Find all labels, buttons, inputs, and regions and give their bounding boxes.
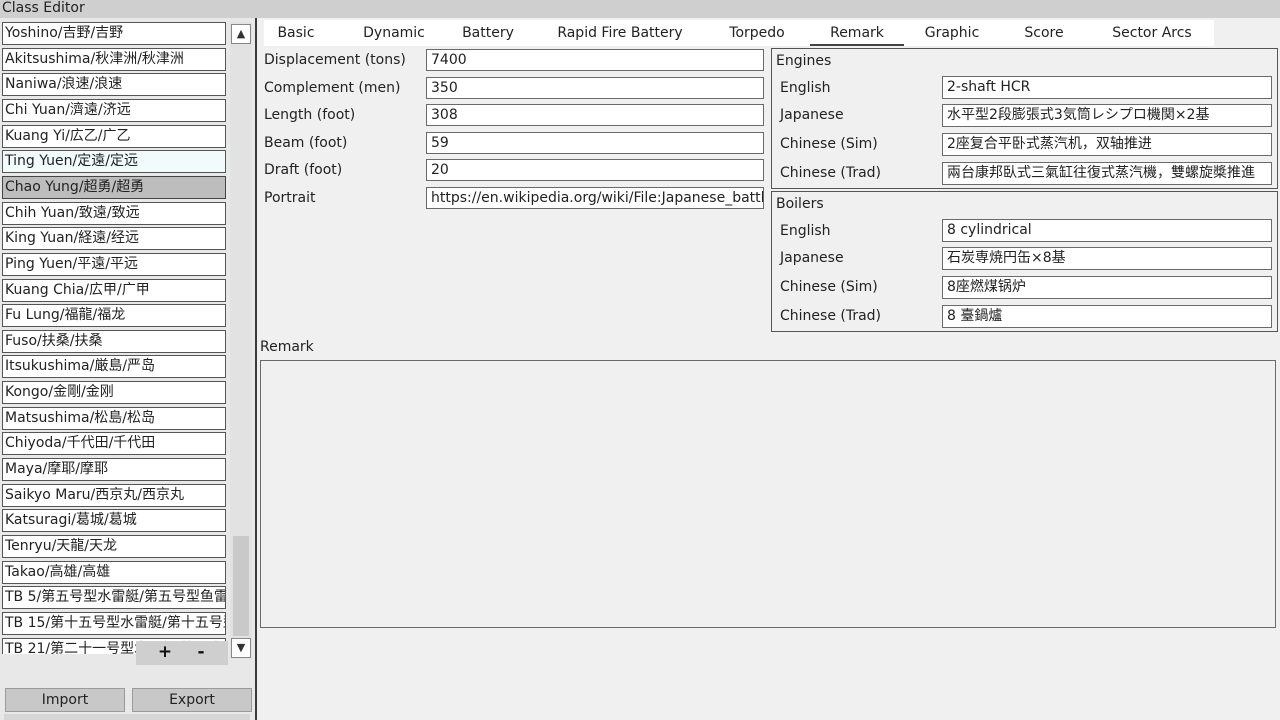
engines-chinese-trad-field[interactable]: 兩台康邦臥式三氣缸往復式蒸汽機，雙螺旋槳推進 <box>942 162 1272 185</box>
ship-list-scrollbar[interactable]: ▲ ▼ <box>230 22 252 659</box>
scroll-thumb[interactable] <box>233 536 249 636</box>
engines-english-field[interactable]: 2-shaft HCR <box>942 76 1272 99</box>
ship-list-item[interactable]: Katsuragi/葛城/葛城 <box>2 509 226 533</box>
ship-list-item[interactable]: Chih Yuan/致遠/致远 <box>2 201 226 225</box>
draft-field[interactable]: 20 <box>426 159 764 181</box>
beam-label: Beam (foot) <box>264 135 348 151</box>
remove-ship-button[interactable]: - <box>178 641 224 665</box>
engines-english-label: English <box>780 80 831 96</box>
title-bar: Class Editor <box>0 0 1280 18</box>
ship-list-item[interactable]: Naniwa/浪速/浪速 <box>2 73 226 97</box>
ship-list-item[interactable]: Tenryu/天龍/天龙 <box>2 535 226 558</box>
tab-basic[interactable]: Basic <box>264 20 328 46</box>
tab-dynamic[interactable]: Dynamic <box>348 20 440 46</box>
tab-bar: Basic Dynamic Battery Rapid Fire Battery… <box>258 18 1280 46</box>
ship-list-item[interactable]: Chi Yuan/濟遠/济远 <box>2 98 226 122</box>
engines-title: Engines <box>776 53 832 69</box>
remark-textarea[interactable] <box>260 360 1276 628</box>
tab-score[interactable]: Score <box>1014 20 1074 46</box>
ship-list-item[interactable]: Fu Lung/福龍/福龙 <box>2 304 226 328</box>
ship-list-item[interactable]: Kuang Chia/広甲/广甲 <box>2 278 226 302</box>
ship-list-item[interactable]: King Yuan/経遠/经远 <box>2 227 226 251</box>
ship-list-item[interactable]: Chiyoda/千代田/千代田 <box>2 432 226 456</box>
ship-list-item[interactable]: Chao Yung/超勇/超勇 <box>2 175 226 199</box>
engines-japanese-field[interactable]: 水平型2段膨張式3気筒レシプロ機関×2基 <box>942 104 1272 127</box>
boilers-english-field[interactable]: 8 cylindrical <box>942 219 1272 242</box>
engines-chinese-sim-field[interactable]: 2座复合平卧式蒸汽机，双轴推进 <box>942 133 1272 156</box>
length-field[interactable]: 308 <box>426 104 764 126</box>
boilers-japanese-field[interactable]: 石炭専焼円缶×8基 <box>942 247 1272 270</box>
ship-list-item[interactable]: Ping Yuen/平遠/平远 <box>2 252 226 276</box>
ship-list-item[interactable]: Matsushima/松島/松岛 <box>2 406 226 430</box>
complement-label: Complement (men) <box>264 80 401 96</box>
ship-list-panel: Yoshino/吉野/吉野 Akitsushima/秋津洲/秋津洲 Naniwa/浪… <box>0 18 256 720</box>
draft-label: Draft (foot) <box>264 162 343 178</box>
scroll-up-icon[interactable]: ▲ <box>231 24 251 44</box>
ship-list-item[interactable]: Itsukushima/厳島/严岛 <box>2 355 226 379</box>
ship-list-item[interactable]: Maya/摩耶/摩耶 <box>2 458 226 482</box>
engines-chinese-sim-label: Chinese (Sim) <box>780 136 878 152</box>
tab-graphic[interactable]: Graphic <box>916 20 988 46</box>
beam-field[interactable]: 59 <box>426 132 764 154</box>
add-remove-group: + - <box>136 641 228 665</box>
ship-list-item[interactable]: TB 15/第十五号型水雷艇/第十五号型鱼雷艇 <box>2 611 226 635</box>
boilers-chinese-trad-field[interactable]: 8 臺鍋爐 <box>942 305 1272 328</box>
portrait-url-field[interactable]: https://en.wikipedia.org/wiki/File:Japan… <box>426 187 764 209</box>
portrait-label: Portrait <box>264 190 316 206</box>
tab-torpedo[interactable]: Torpedo <box>720 20 794 46</box>
engines-japanese-label: Japanese <box>780 107 844 123</box>
ship-list-item[interactable]: TB 5/第五号型水雷艇/第五号型鱼雷艇 <box>2 586 226 610</box>
tab-remark[interactable]: Remark <box>810 20 904 46</box>
ship-list-item[interactable]: Yoshino/吉野/吉野 <box>2 22 226 45</box>
ship-list-item[interactable]: Takao/高雄/高雄 <box>2 560 226 584</box>
boilers-chinese-trad-label: Chinese (Trad) <box>780 308 882 324</box>
ship-list-item[interactable]: Kongo/金剛/金刚 <box>2 381 226 405</box>
remark-label: Remark <box>260 339 314 355</box>
tab-battery[interactable]: Battery <box>452 20 524 46</box>
export-button[interactable]: Export <box>132 688 252 712</box>
ship-list: Yoshino/吉野/吉野 Akitsushima/秋津洲/秋津洲 Naniwa/浪… <box>0 22 228 654</box>
window-title: Class Editor <box>2 0 85 16</box>
tab-row: Basic Dynamic Battery Rapid Fire Battery… <box>264 20 1214 46</box>
engines-chinese-trad-label: Chinese (Trad) <box>780 165 882 181</box>
bottom-strip <box>4 714 250 720</box>
boilers-english-label: English <box>780 223 831 239</box>
displacement-field[interactable]: 7400 <box>426 49 764 71</box>
length-label: Length (foot) <box>264 107 356 123</box>
complement-field[interactable]: 350 <box>426 77 764 99</box>
ship-list-item[interactable]: Fuso/扶桑/扶桑 <box>2 329 226 353</box>
ship-list-item[interactable]: Saikyo Maru/西京丸/西京丸 <box>2 483 226 507</box>
boilers-japanese-label: Japanese <box>780 250 844 266</box>
tab-sector-arcs[interactable]: Sector Arcs <box>1096 20 1208 46</box>
boilers-chinese-sim-field[interactable]: 8座燃煤锅炉 <box>942 276 1272 299</box>
boilers-chinese-sim-label: Chinese (Sim) <box>780 279 878 295</box>
scroll-down-icon[interactable]: ▼ <box>231 638 251 658</box>
ship-list-item[interactable]: Kuang Yi/広乙/广乙 <box>2 124 226 148</box>
ship-list-item[interactable]: Akitsushima/秋津洲/秋津洲 <box>2 47 226 71</box>
ship-list-item[interactable]: Ting Yuen/定遠/定远 <box>2 150 226 174</box>
tab-rapid-fire-battery[interactable]: Rapid Fire Battery <box>546 20 694 46</box>
boilers-title: Boilers <box>776 196 824 212</box>
displacement-label: Displacement (tons) <box>264 52 406 68</box>
panel-divider[interactable] <box>255 18 257 720</box>
import-button[interactable]: Import <box>5 688 125 712</box>
